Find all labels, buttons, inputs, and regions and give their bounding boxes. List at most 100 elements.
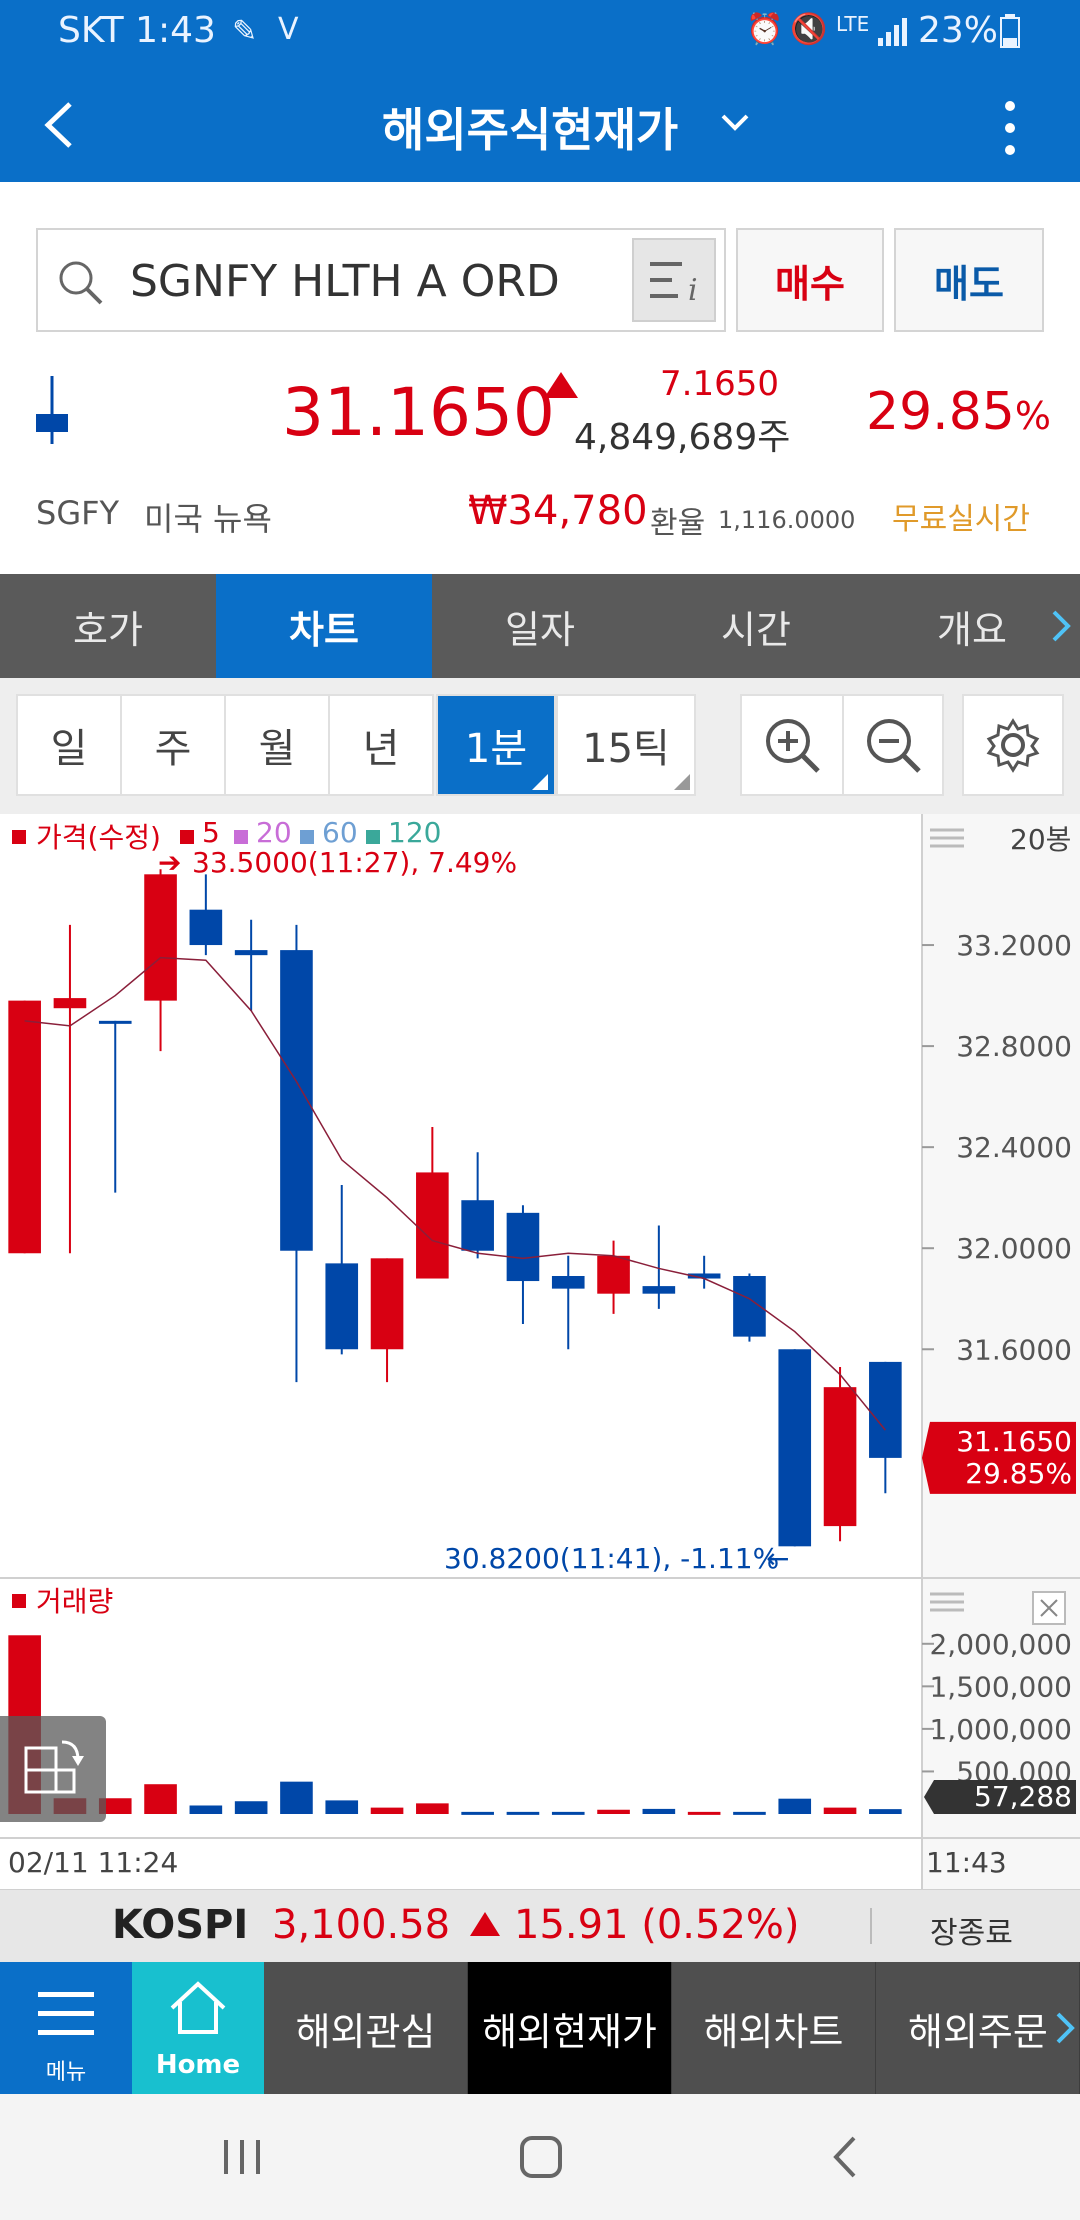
volume-tick-label: 2,000,000 xyxy=(929,1628,1072,1661)
volume-bar xyxy=(506,1811,540,1815)
volume-bar xyxy=(144,1784,177,1814)
more-icon[interactable] xyxy=(1000,98,1020,158)
low-arrow-icon: ← xyxy=(766,1542,790,1575)
volume-label: 거래량 xyxy=(36,1585,114,1618)
recent-apps-icon[interactable] xyxy=(222,2138,262,2178)
nav-chevron-right-icon[interactable] xyxy=(1054,2010,1076,2046)
tab-orderbook[interactable]: 호가 xyxy=(0,574,216,678)
chart-area[interactable]: 31.6000 32.0000 32.4000 32.8000 33.2000 500,… xyxy=(0,814,1080,1891)
home-label: Home xyxy=(155,2050,241,2080)
volume-bar xyxy=(370,1807,404,1814)
high-arrow-icon: ➔ xyxy=(158,846,182,879)
signal-icon xyxy=(878,18,907,46)
chevron-down-icon[interactable] xyxy=(720,112,750,132)
candle xyxy=(778,1349,812,1547)
legend-price-label: 가격(수정) xyxy=(36,821,161,854)
low-annotation: 30.8200(11:41), -1.11% xyxy=(444,1542,780,1575)
back-icon[interactable] xyxy=(40,100,80,150)
home-button[interactable]: Home xyxy=(132,1962,264,2094)
nav-overseas-watchlist[interactable]: 해외관심 xyxy=(264,1962,468,2094)
market: 미국 뉴욕 xyxy=(144,500,272,538)
symbol-list-button[interactable]: i xyxy=(632,238,716,322)
chart-svg[interactable]: 31.600032.000032.400032.800033.2000 500,… xyxy=(0,814,1080,1891)
candle xyxy=(8,1000,41,1254)
legend-ma120-swatch xyxy=(366,830,380,844)
candle-body xyxy=(461,1200,494,1251)
candle-body xyxy=(506,1212,540,1282)
nav-overseas-quote[interactable]: 해외현재가 xyxy=(468,1962,672,2094)
volume-bar xyxy=(234,1801,268,1814)
kospi-divider xyxy=(870,1908,872,1944)
legend-ma120-label: 120 xyxy=(388,816,442,849)
current-price-pct: 29.85% xyxy=(965,1456,1072,1490)
price-change: 7.1650 xyxy=(660,364,779,404)
bottom-nav: 메뉴 Home 해외관심 해외현재가 해외차트 해외주문 xyxy=(0,1962,1080,2094)
period-month[interactable]: 월 xyxy=(224,694,330,796)
chart-settings-button[interactable] xyxy=(962,694,1064,796)
price-tick-label: 32.0000 xyxy=(956,1232,1072,1265)
legend-price-swatch xyxy=(12,830,26,844)
legend-ma60-swatch xyxy=(300,830,314,844)
tab-time[interactable]: 시간 xyxy=(648,574,864,678)
candle-body xyxy=(823,1387,857,1527)
home-system-icon[interactable] xyxy=(518,2134,564,2180)
candle-body xyxy=(189,909,223,946)
zoom-in-button[interactable] xyxy=(740,694,844,796)
close-volume-icon xyxy=(1032,1591,1066,1625)
legend-ma20-label: 20 xyxy=(256,816,292,849)
chevron-right-icon[interactable] xyxy=(1050,608,1074,644)
menu-button[interactable]: 메뉴 xyxy=(0,1962,132,2094)
candle xyxy=(144,869,177,1052)
page-title[interactable]: 해외주식현재가 xyxy=(382,94,678,160)
rotate-screen-button[interactable] xyxy=(0,1716,106,1822)
candle-body xyxy=(370,1258,404,1350)
hamburger-icon xyxy=(38,1992,94,2035)
period-week[interactable]: 주 xyxy=(120,694,226,796)
buy-button[interactable]: 매수 xyxy=(736,228,884,332)
volume-bar xyxy=(325,1800,359,1814)
volume-bar xyxy=(869,1809,902,1814)
candle xyxy=(461,1152,494,1259)
candle-body xyxy=(8,1000,41,1254)
nav-overseas-chart[interactable]: 해외차트 xyxy=(672,1962,876,2094)
nav-overseas-order[interactable]: 해외주문 xyxy=(876,1962,1080,2094)
tab-overview[interactable]: 개요 xyxy=(864,574,1080,678)
candle-body xyxy=(778,1349,812,1547)
candle-body xyxy=(642,1286,676,1294)
candle-body xyxy=(234,950,268,956)
mini-candle-icon xyxy=(36,376,68,444)
kospi-change: 15.91 (0.52%) xyxy=(514,1902,800,1948)
tab-bar: 호가 차트 일자 시간 개요 xyxy=(0,574,1080,678)
candle xyxy=(823,1366,857,1542)
sell-button[interactable]: 매도 xyxy=(894,228,1044,332)
tab-chart[interactable]: 차트 xyxy=(216,574,432,678)
svg-text:i: i xyxy=(688,273,698,304)
back-system-icon[interactable] xyxy=(830,2134,860,2180)
volume-bar xyxy=(597,1809,630,1814)
zoom-out-icon xyxy=(867,719,921,773)
candle-count: 20봉 xyxy=(1010,823,1072,856)
volume-bar xyxy=(642,1808,676,1814)
symbol-search-box[interactable]: SGNFY HLTH A ORD i xyxy=(36,228,726,332)
symbol-name: SGNFY HLTH A ORD xyxy=(130,256,560,307)
battery-icon xyxy=(1000,14,1020,48)
candle-body xyxy=(53,998,87,1009)
ma5-line xyxy=(24,956,886,1431)
kospi-bar[interactable]: KOSPI 3,100.58 15.91 (0.52%) 장종료 xyxy=(0,1890,1080,1962)
lte-label: LTE xyxy=(836,12,870,36)
ticker: SGFY xyxy=(36,494,120,532)
app-header: 해외주식현재가 xyxy=(0,64,1080,182)
period-year[interactable]: 년 xyxy=(328,694,434,796)
change-percent-value: 29.85 xyxy=(866,382,1015,442)
candle xyxy=(189,874,223,956)
time-start-label: 02/11 11:24 xyxy=(8,1846,179,1879)
home-icon xyxy=(170,1981,226,2034)
current-price-text: 31.1650 29.85% xyxy=(938,1425,1072,1490)
period-day[interactable]: 일 xyxy=(16,694,122,796)
candles xyxy=(8,869,902,1547)
time-end-label: 11:43 xyxy=(926,1846,1007,1879)
high-annotation: 33.5000(11:27), 7.49% xyxy=(192,846,518,879)
zoom-in-icon xyxy=(766,719,820,773)
zoom-out-button[interactable] xyxy=(842,694,944,796)
tab-daily[interactable]: 일자 xyxy=(432,574,648,678)
